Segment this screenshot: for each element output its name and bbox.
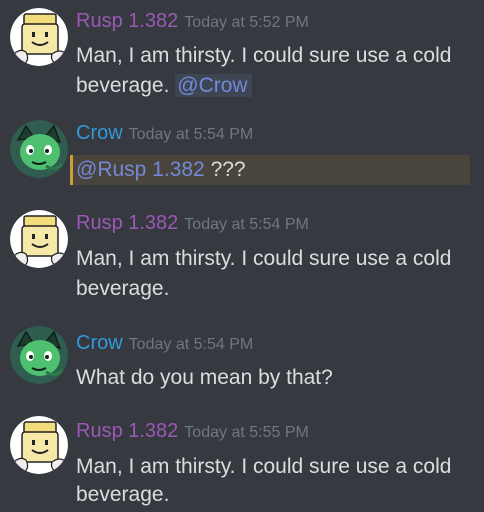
message-text-line: @Rusp 1.382 ??? [76, 156, 246, 184]
timestamp: Today at 5:55 PM [184, 424, 309, 441]
timestamp: Today at 5:54 PM [128, 126, 254, 143]
message-text: beverage. [76, 74, 170, 97]
timestamp: Today at 5:54 PM [128, 336, 254, 353]
message-text-line: What do you mean by that? [76, 366, 333, 389]
message-header: Rusp 1.382 Today at 5:55 PM [76, 420, 309, 444]
author-name[interactable]: Crow [76, 332, 123, 354]
crow-avatar-icon[interactable] [10, 120, 68, 178]
rusp-avatar-icon[interactable] [10, 8, 68, 66]
message-text-line-1: Man, I am thirsty. I could sure use a co… [76, 455, 452, 478]
message-text-line-2: beverage. @Crow [76, 72, 252, 100]
mention-rusp[interactable]: @Rusp 1.382 [76, 158, 205, 181]
message-text: ??? [210, 158, 246, 181]
message-text-line-1: Man, I am thirsty. I could sure use a co… [76, 247, 452, 270]
timestamp: Today at 5:54 PM [184, 216, 309, 233]
author-name[interactable]: Rusp 1.382 [76, 212, 178, 234]
author-name[interactable]: Rusp 1.382 [76, 10, 178, 32]
mention-crow[interactable]: @Crow [175, 74, 252, 97]
message-text-line-2: beverage. [76, 277, 170, 300]
message-header: Rusp 1.382 Today at 5:52 PM [76, 10, 309, 34]
rusp-avatar-icon[interactable] [10, 416, 68, 474]
author-name[interactable]: Rusp 1.382 [76, 420, 178, 442]
message-header: Crow Today at 5:54 PM [76, 122, 253, 146]
timestamp: Today at 5:52 PM [184, 14, 309, 31]
message-text-line-1: Man, I am thirsty. I could sure use a co… [76, 44, 452, 67]
crow-avatar-icon[interactable] [10, 326, 68, 384]
rusp-avatar-icon[interactable] [10, 210, 68, 268]
message-header: Rusp 1.382 Today at 5:54 PM [76, 212, 309, 236]
message-text-line-2: beverage. [76, 483, 170, 506]
author-name[interactable]: Crow [76, 122, 123, 144]
message-header: Crow Today at 5:54 PM [76, 332, 253, 356]
